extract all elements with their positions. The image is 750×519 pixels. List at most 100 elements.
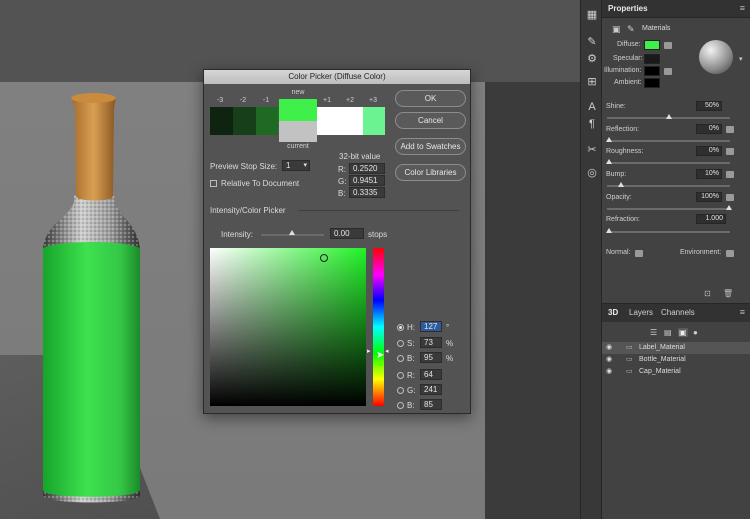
tools-icon[interactable]: ✂ [585, 143, 599, 157]
history-icon[interactable]: ▦ [585, 8, 599, 22]
environment-label: Environment: [680, 249, 722, 256]
g32-input[interactable]: 0.9451 [349, 175, 385, 186]
ambient-swatch[interactable] [644, 78, 660, 88]
bump-slider[interactable] [607, 185, 730, 187]
s-input[interactable]: 73 [420, 337, 442, 348]
ok-button[interactable]: OK [395, 90, 466, 107]
r-input[interactable]: 64 [420, 369, 442, 380]
relative-to-document-checkbox[interactable] [210, 180, 217, 187]
color-libraries-button[interactable]: Color Libraries [395, 164, 466, 181]
paragraph-icon[interactable]: ¶ [585, 117, 599, 131]
reflection-slider[interactable] [607, 140, 730, 142]
list-item[interactable]: ◉ ▭ Cap_Material [602, 366, 750, 378]
roughness-slider-handle[interactable] [606, 159, 612, 164]
bump-folder-icon[interactable] [726, 171, 734, 178]
refraction-value[interactable]: 1.000 [696, 214, 726, 224]
intensity-slider-handle[interactable] [289, 230, 295, 235]
opacity-slider-handle[interactable] [726, 205, 732, 210]
g-radio[interactable] [397, 387, 404, 394]
opacity-value[interactable]: 100% [696, 192, 722, 202]
list-item[interactable]: ◉ ▭ Label_Material [602, 342, 750, 354]
hue-slider-left-arrow-icon[interactable]: ▸ [367, 347, 371, 355]
diffuse-swatch[interactable] [644, 40, 660, 50]
eye-icon[interactable]: ◉ [606, 354, 612, 366]
reflection-slider-handle[interactable] [606, 137, 612, 142]
opacity-folder-icon[interactable] [726, 194, 734, 201]
filter-mesh-icon[interactable]: ▤ [664, 328, 672, 337]
g-input[interactable]: 241 [420, 384, 442, 395]
eye-icon[interactable]: ◉ [606, 366, 612, 378]
trash-icon[interactable]: 🗑 [723, 289, 733, 298]
r32-input[interactable]: 0.2520 [349, 163, 385, 174]
s-radio[interactable] [397, 340, 404, 347]
normal-folder-icon[interactable] [635, 250, 643, 257]
b32-input[interactable]: 0.3335 [349, 187, 385, 198]
h-radio[interactable] [397, 324, 404, 331]
tab-layers[interactable]: Layers [629, 308, 653, 317]
panel-menu-icon[interactable]: ≡ [740, 3, 745, 13]
brush-settings-icon[interactable]: ✎ [585, 35, 599, 49]
shine-value[interactable]: 50% [696, 101, 722, 111]
saturation-brightness-field[interactable] [210, 248, 366, 406]
filter-light-icon[interactable]: ● [693, 328, 698, 337]
material-brush-icon[interactable]: ✎ [627, 24, 635, 35]
reflection-value[interactable]: 0% [696, 124, 722, 134]
render-icon[interactable]: ⊡ [704, 289, 711, 298]
current-color-swatch[interactable] [279, 121, 317, 142]
b-radio[interactable] [397, 355, 404, 362]
b-input[interactable]: 95 [420, 352, 442, 363]
tab-channels[interactable]: Channels [661, 308, 695, 317]
r-radio[interactable] [397, 372, 404, 379]
character-icon[interactable]: A [585, 100, 599, 114]
stop-swatch-minus-2[interactable] [233, 107, 256, 135]
eye-icon[interactable]: ◉ [606, 342, 612, 354]
properties-tab[interactable]: Properties [608, 4, 648, 13]
stop-swatch-plus-3[interactable] [363, 107, 385, 135]
diffuse-label: Diffuse: [617, 41, 641, 48]
panel-menu-icon[interactable]: ≡ [740, 307, 745, 317]
refraction-slider[interactable] [607, 231, 730, 233]
list-item[interactable]: ◉ ▭ Bottle_Material [602, 354, 750, 366]
adjustments-icon[interactable]: ⚙ [585, 52, 599, 66]
roughness-folder-icon[interactable] [726, 148, 734, 155]
material-icon: ▭ [626, 356, 633, 363]
filter-material-icon[interactable]: ▣ [678, 328, 688, 337]
diffuse-folder-icon[interactable] [664, 42, 672, 49]
mouse-cursor-icon: ➤ [376, 350, 385, 361]
section-divider [299, 210, 459, 211]
intensity-input[interactable]: 0.00 [330, 228, 364, 239]
material-preview-sphere-icon[interactable] [699, 40, 733, 74]
dialog-title[interactable]: Color Picker (Diffuse Color) [204, 70, 470, 84]
stop-swatch-plus-2[interactable] [340, 107, 363, 135]
stop-swatch-plus-1[interactable] [317, 107, 340, 135]
preview-stop-size-select[interactable]: 1 ▾ [282, 160, 310, 171]
color-picker-circle-icon[interactable] [320, 254, 328, 262]
filter-scene-icon[interactable]: ☰ [650, 328, 657, 337]
clone-source-icon[interactable]: ⊞ [585, 75, 599, 89]
opacity-slider[interactable] [607, 208, 730, 210]
reflection-folder-icon[interactable] [726, 126, 734, 133]
roughness-value[interactable]: 0% [696, 146, 722, 156]
hue-slider[interactable] [373, 248, 384, 406]
scene-icon[interactable]: ▣ [612, 24, 621, 35]
h-input[interactable]: 127 [420, 321, 442, 332]
tab-3d[interactable]: 3D [608, 308, 618, 317]
cancel-button[interactable]: Cancel [395, 112, 466, 129]
hue-slider-right-arrow-icon[interactable]: ◂ [385, 347, 389, 355]
illumination-swatch[interactable] [644, 66, 660, 76]
specular-swatch[interactable] [644, 54, 660, 64]
illumination-folder-icon[interactable] [664, 68, 672, 75]
environment-folder-icon[interactable] [726, 250, 734, 257]
refraction-slider-handle[interactable] [606, 228, 612, 233]
stop-swatch-minus-1[interactable] [256, 107, 278, 135]
add-to-swatches-button[interactable]: Add to Swatches [395, 138, 466, 155]
chevron-down-icon[interactable]: ▾ [739, 55, 743, 63]
stop-swatch-minus-3[interactable] [210, 107, 233, 135]
blue-radio[interactable] [397, 402, 404, 409]
blue-input[interactable]: 85 [420, 399, 442, 410]
bump-value[interactable]: 10% [696, 169, 722, 179]
libraries-icon[interactable]: ◎ [585, 166, 599, 180]
shine-slider-handle[interactable] [666, 114, 672, 119]
roughness-slider[interactable] [607, 162, 730, 164]
bump-slider-handle[interactable] [618, 182, 624, 187]
